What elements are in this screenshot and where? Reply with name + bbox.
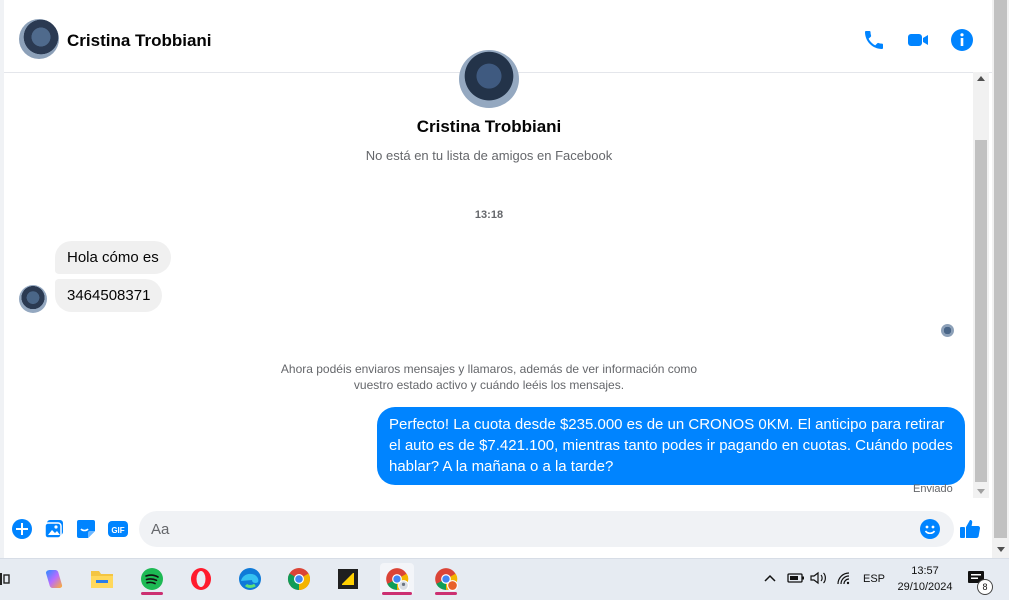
clock-date: 29/10/2024 — [897, 581, 953, 593]
page-scrollbar-thumb[interactable] — [994, 0, 1007, 538]
language-indicator[interactable]: ESP — [863, 573, 885, 585]
sticky-notes-icon[interactable] — [331, 563, 365, 595]
wifi-icon[interactable] — [836, 571, 852, 588]
thumbs-up-icon[interactable] — [959, 518, 981, 540]
plus-icon[interactable] — [11, 518, 33, 540]
info-icon[interactable] — [950, 28, 974, 52]
message-input[interactable] — [139, 511, 954, 547]
chrome-profile-2-icon[interactable] — [429, 563, 463, 595]
thread-scrollbar[interactable] — [973, 72, 989, 498]
emoji-icon[interactable] — [919, 518, 941, 540]
phone-call-icon[interactable] — [862, 28, 886, 52]
gif-icon[interactable]: GIF — [107, 518, 129, 540]
chevron-up-icon[interactable] — [764, 573, 776, 586]
clock-time: 13:57 — [911, 565, 939, 577]
copilot-icon[interactable] — [37, 563, 71, 595]
chrome-profile-icon[interactable] — [380, 563, 414, 595]
notification-badge: 8 — [977, 579, 993, 595]
profile-subtitle: No está en tu lista de amigos en Faceboo… — [365, 148, 613, 163]
outgoing-message[interactable]: Perfecto! La cuota desde $235.000 es de … — [377, 407, 965, 485]
file-explorer-icon[interactable] — [85, 563, 119, 595]
battery-icon[interactable] — [787, 572, 805, 587]
contact-name[interactable]: Cristina Trobbiani — [67, 31, 212, 51]
message-status: Enviado — [913, 483, 953, 495]
speaker-icon[interactable] — [810, 571, 828, 588]
contact-avatar[interactable] — [19, 19, 59, 59]
windows-taskbar: ESP 13:57 29/10/2024 8 — [0, 558, 1009, 600]
scroll-down-arrow-icon[interactable] — [977, 489, 985, 494]
task-view-icon[interactable] — [0, 571, 10, 587]
header-actions — [862, 28, 974, 52]
scroll-up-arrow-icon[interactable] — [977, 76, 985, 81]
edge-icon[interactable] — [233, 563, 267, 595]
contact-notice: Ahora podéis enviaros mensajes y llamaro… — [280, 362, 698, 392]
page-scroll-down-icon[interactable] — [997, 547, 1005, 552]
time-separator: 13:18 — [474, 209, 504, 221]
chrome-icon[interactable] — [282, 563, 316, 595]
seen-indicator-avatar — [941, 324, 954, 337]
app-running-indicator — [435, 592, 457, 595]
incoming-message[interactable]: Hola cómo es — [55, 241, 171, 274]
message-composer: GIF — [4, 506, 992, 554]
scrollbar-thumb[interactable] — [975, 140, 987, 482]
profile-avatar[interactable] — [459, 50, 519, 108]
spotify-icon[interactable] — [135, 563, 169, 595]
profile-name: Cristina Trobbiani — [416, 117, 562, 136]
page-scrollbar[interactable] — [992, 0, 1009, 558]
video-call-icon[interactable] — [906, 28, 930, 52]
app-active-indicator — [382, 592, 412, 595]
photo-icon[interactable] — [43, 518, 65, 540]
sticker-icon[interactable] — [75, 518, 97, 540]
svg-text:GIF: GIF — [111, 526, 124, 535]
app-running-indicator — [141, 592, 163, 595]
system-clock[interactable]: 13:57 29/10/2024 — [893, 563, 957, 595]
opera-icon[interactable] — [184, 563, 218, 595]
sender-avatar[interactable] — [19, 285, 47, 313]
incoming-message[interactable]: 3464508371 — [55, 279, 163, 312]
